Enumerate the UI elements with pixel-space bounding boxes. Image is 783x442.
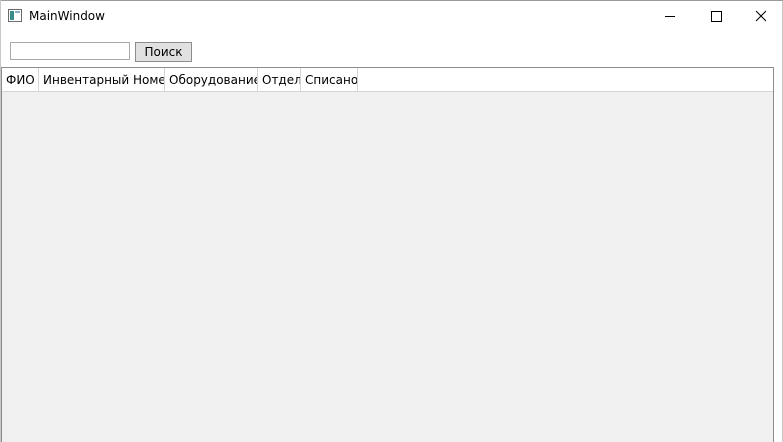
search-input[interactable] [10, 42, 130, 60]
data-grid[interactable]: ФИО Инвентарный Номер Оборудование Отдел… [1, 67, 774, 442]
window-title: MainWindow [29, 9, 105, 23]
app-window-icon [8, 9, 22, 22]
minimize-button[interactable] [647, 1, 693, 32]
close-button[interactable] [738, 1, 783, 32]
maximize-button[interactable] [693, 1, 739, 32]
main-window: MainWindow Поиск ФИО Инвентарный Номер О… [0, 0, 783, 442]
grid-header: ФИО Инвентарный Номер Оборудование Отдел… [2, 68, 773, 92]
column-header-department[interactable]: Отдел [258, 68, 301, 91]
column-header-written-off[interactable]: Списано [301, 68, 358, 91]
column-header-inventory-number[interactable]: Инвентарный Номер [39, 68, 165, 91]
column-header-equipment[interactable]: Оборудование [165, 68, 258, 91]
column-header-fio[interactable]: ФИО [2, 68, 39, 91]
close-icon [755, 10, 767, 22]
maximize-icon [711, 11, 722, 22]
grid-body[interactable] [2, 92, 773, 442]
title-bar[interactable]: MainWindow [1, 1, 782, 32]
search-button[interactable]: Поиск [135, 42, 192, 62]
minimize-icon [665, 16, 675, 17]
